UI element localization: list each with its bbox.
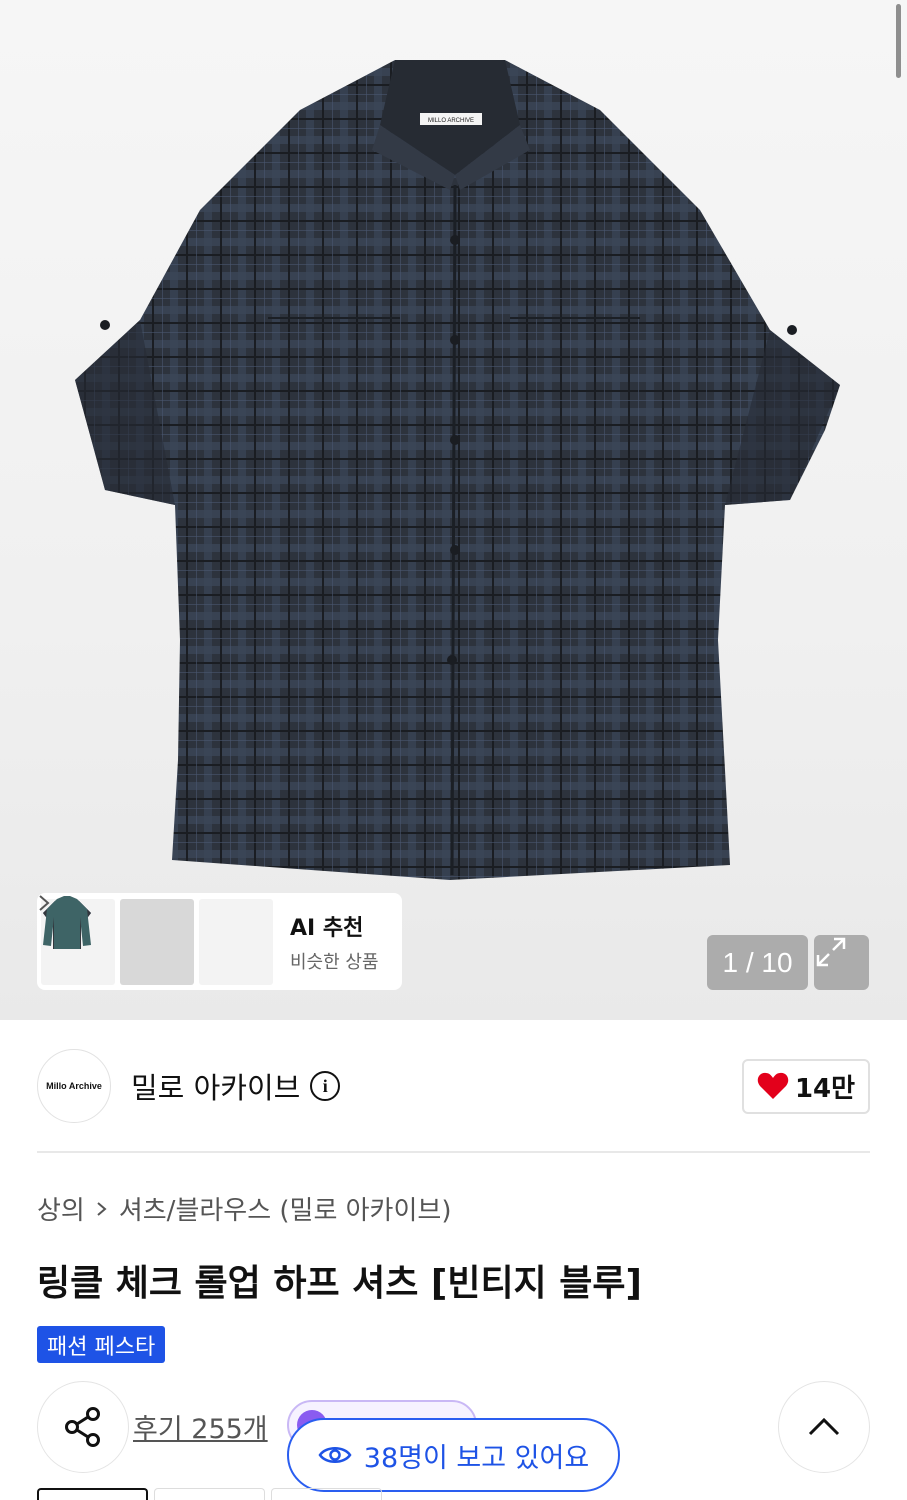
share-icon: [65, 1407, 100, 1447]
svg-text:MILLO ARCHIVE: MILLO ARCHIVE: [428, 118, 474, 124]
tab-3[interactable]: [271, 1488, 382, 1500]
like-count: 14만: [794, 1073, 856, 1104]
share-button[interactable]: [37, 1381, 129, 1473]
product-image-gallery[interactable]: MILLO ARCHIVE AI 추천 비슷한 상품 1 / 10: [0, 0, 907, 1020]
expand-icon: [816, 937, 846, 967]
tab-2[interactable]: [154, 1488, 265, 1500]
viewers-text: 38명이 보고 있어요: [363, 1442, 590, 1474]
ai-recommend-title: AI 추천: [290, 915, 364, 941]
eye-icon: [318, 1447, 352, 1463]
brand-name: 밀로 아카이브: [131, 1071, 301, 1105]
expand-image-button[interactable]: [814, 935, 869, 990]
heart-icon: [757, 1072, 789, 1099]
ai-recommend-link[interactable]: AI 추천 비슷한 상품: [39, 895, 379, 974]
chevron-up-icon: [808, 1417, 840, 1436]
tab-bar: [37, 1488, 382, 1500]
product-main-image: MILLO ARCHIVE: [75, 60, 840, 880]
breadcrumb-category[interactable]: 상의: [37, 1190, 85, 1227]
tab-1[interactable]: [37, 1488, 148, 1500]
chevron-right-icon: [39, 895, 50, 911]
image-counter: 1 / 10: [707, 935, 808, 990]
reviews-link[interactable]: 후기 255개: [133, 1407, 268, 1446]
brand-link[interactable]: 밀로 아카이브 i: [131, 1065, 341, 1107]
promo-badge[interactable]: 패션 페스타: [37, 1326, 166, 1363]
brand-row: Millo Archive 밀로 아카이브 i 14만: [37, 1049, 870, 1123]
info-icon[interactable]: i: [310, 1071, 341, 1101]
brand-logo[interactable]: Millo Archive: [37, 1049, 111, 1123]
scroll-top-button[interactable]: [778, 1381, 870, 1473]
breadcrumb-subcategory[interactable]: 셔츠/블라우스 (밀로 아카이브): [119, 1190, 452, 1227]
viewers-banner[interactable]: 38명이 보고 있어요: [287, 1418, 620, 1492]
thumbnail-charcoal-shirt[interactable]: [43, 897, 194, 985]
scrollbar-thumb[interactable]: [896, 4, 901, 78]
product-title: 링클 체크 롤업 하프 셔츠 [빈티지 블루]: [37, 1263, 642, 1304]
chevron-right-icon: [97, 1201, 107, 1216]
breadcrumb: 상의 셔츠/블라우스 (밀로 아카이브): [37, 1190, 451, 1227]
thumbnail-green-shirt[interactable]: [43, 896, 273, 985]
ai-recommend-subtitle: 비슷한 상품: [290, 951, 379, 973]
divider: [37, 1151, 870, 1153]
like-button[interactable]: 14만: [742, 1058, 870, 1114]
similar-products-strip[interactable]: AI 추천 비슷한 상품: [37, 893, 402, 990]
